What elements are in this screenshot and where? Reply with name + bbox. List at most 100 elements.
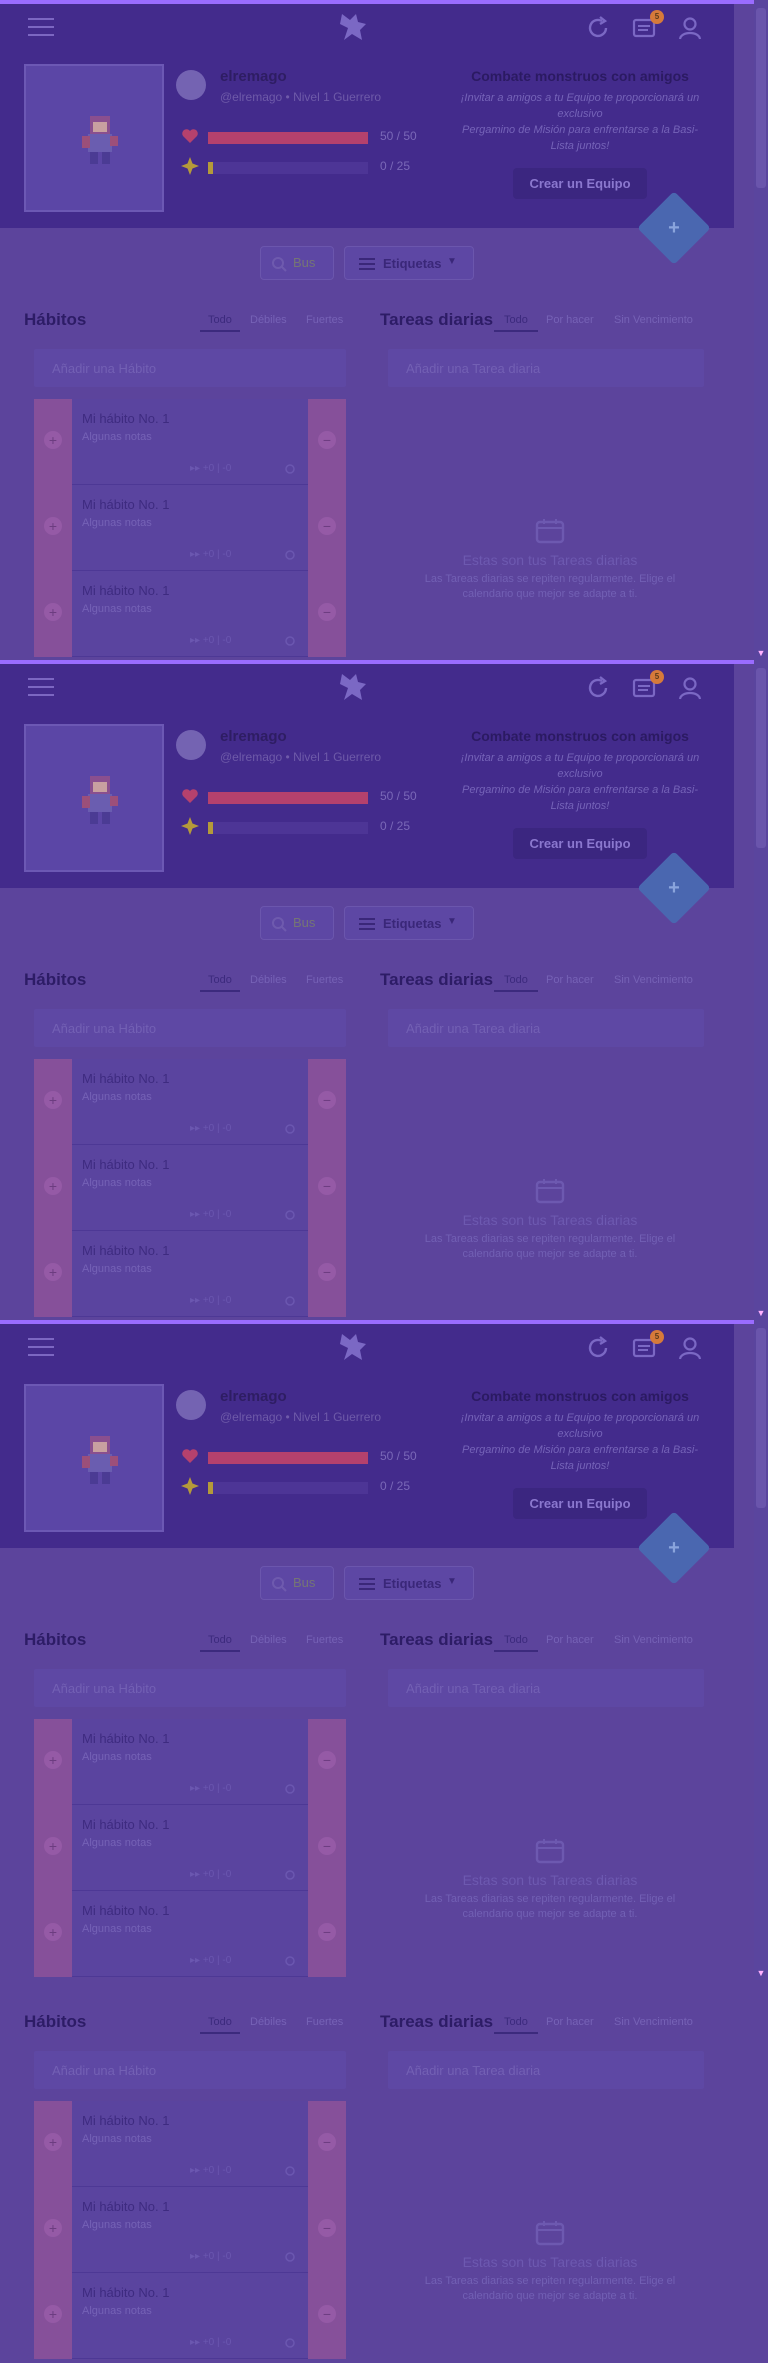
dailies-tab-due[interactable]: Por hacer [546, 1634, 594, 1646]
habit-plus-button[interactable]: + [34, 1145, 72, 1231]
habits-tab-strong[interactable]: Fuertes [306, 1634, 343, 1646]
habit-item[interactable]: + Mi hábito No. 1 Algunas notas ▸▸ +0 | … [34, 485, 346, 571]
tags-filter-button[interactable]: Etiquetas ▼ [344, 1566, 474, 1600]
user-icon[interactable] [676, 14, 704, 42]
dailies-tab-due[interactable]: Por hacer [546, 974, 594, 986]
avatar[interactable] [24, 1384, 164, 1532]
habit-minus-button[interactable]: − [308, 2101, 346, 2187]
dailies-tab-not-due[interactable]: Sin Vencimiento [614, 2016, 693, 2028]
habits-tab-strong[interactable]: Fuertes [306, 974, 343, 986]
add-habit-field[interactable]: Añadir una Hábito [34, 1669, 346, 1707]
habit-item[interactable]: + Mi hábito No. 1 Algunas notas ▸▸ +0 | … [34, 571, 346, 657]
dailies-tab-all[interactable]: Todo [504, 974, 528, 986]
habits-tab-strong[interactable]: Fuertes [306, 2016, 343, 2028]
habit-item[interactable]: + Mi hábito No. 1 Algunas notas ▸▸ +0 | … [34, 1059, 346, 1145]
dailies-tab-due[interactable]: Por hacer [546, 2016, 594, 2028]
habit-minus-button[interactable]: − [308, 1719, 346, 1805]
habits-tab-all[interactable]: Todo [208, 2016, 232, 2028]
create-party-button[interactable]: Crear un Equipo [513, 828, 647, 859]
dailies-tab-all[interactable]: Todo [504, 1634, 528, 1646]
scrollbar[interactable]: ▼ [754, 660, 768, 1320]
habits-tab-weak[interactable]: Débiles [250, 1634, 287, 1646]
habit-plus-button[interactable]: + [34, 1805, 72, 1891]
search-field[interactable] [260, 246, 334, 280]
habit-plus-button[interactable]: + [34, 571, 72, 657]
scroll-down-icon[interactable]: ▼ [756, 648, 766, 658]
search-input[interactable] [293, 255, 331, 270]
habit-plus-button[interactable]: + [34, 485, 72, 571]
habits-tab-weak[interactable]: Débiles [250, 974, 287, 986]
habits-tab-all[interactable]: Todo [208, 314, 232, 326]
add-habit-field[interactable]: Añadir una Hábito [34, 349, 346, 387]
tags-filter-button[interactable]: Etiquetas ▼ [344, 246, 474, 280]
habitica-logo-icon[interactable] [336, 670, 370, 704]
add-daily-field[interactable]: Añadir una Tarea diaria [388, 2051, 704, 2089]
habitica-logo-icon[interactable] [336, 10, 370, 44]
avatar[interactable] [24, 64, 164, 212]
search-input[interactable] [293, 1575, 331, 1590]
dailies-tab-not-due[interactable]: Sin Vencimiento [614, 314, 693, 326]
habit-plus-button[interactable]: + [34, 1891, 72, 1977]
sync-icon[interactable] [584, 14, 612, 42]
habit-item[interactable]: + Mi hábito No. 1 Algunas notas ▸▸ +0 | … [34, 399, 346, 485]
create-party-button[interactable]: Crear un Equipo [513, 1488, 647, 1519]
add-daily-field[interactable]: Añadir una Tarea diaria [388, 1009, 704, 1047]
habit-plus-button[interactable]: + [34, 2101, 72, 2187]
add-habit-field[interactable]: Añadir una Hábito [34, 1009, 346, 1047]
habit-minus-button[interactable]: − [308, 571, 346, 657]
habit-item[interactable]: + Mi hábito No. 1 Algunas notas ▸▸ +0 | … [34, 1891, 346, 1977]
habit-item[interactable]: + Mi hábito No. 1 Algunas notas ▸▸ +0 | … [34, 2273, 346, 2359]
search-field[interactable] [260, 1566, 334, 1600]
habits-tab-strong[interactable]: Fuertes [306, 314, 343, 326]
sync-icon[interactable] [584, 1334, 612, 1362]
dailies-tab-all[interactable]: Todo [504, 2016, 528, 2028]
scrollbar[interactable]: ▼ [754, 0, 768, 660]
habit-minus-button[interactable]: − [308, 1145, 346, 1231]
habit-item[interactable]: + Mi hábito No. 1 Algunas notas ▸▸ +0 | … [34, 1805, 346, 1891]
create-party-button[interactable]: Crear un Equipo [513, 168, 647, 199]
user-icon[interactable] [676, 1334, 704, 1362]
user-icon[interactable] [676, 674, 704, 702]
search-input[interactable] [293, 915, 331, 930]
avatar[interactable] [24, 724, 164, 872]
scroll-down-icon[interactable]: ▼ [756, 1308, 766, 1318]
tags-filter-button[interactable]: Etiquetas ▼ [344, 906, 474, 940]
dailies-tab-not-due[interactable]: Sin Vencimiento [614, 974, 693, 986]
habit-plus-button[interactable]: + [34, 1231, 72, 1317]
menu-icon[interactable] [28, 678, 54, 698]
habit-plus-button[interactable]: + [34, 2187, 72, 2273]
scrollbar[interactable]: ▼ [754, 1320, 768, 1980]
habit-item[interactable]: + Mi hábito No. 1 Algunas notas ▸▸ +0 | … [34, 1145, 346, 1231]
habit-minus-button[interactable]: − [308, 399, 346, 485]
habit-plus-button[interactable]: + [34, 1719, 72, 1805]
habit-minus-button[interactable]: − [308, 2273, 346, 2359]
habits-tab-weak[interactable]: Débiles [250, 2016, 287, 2028]
habit-minus-button[interactable]: − [308, 1891, 346, 1977]
dailies-tab-all[interactable]: Todo [504, 314, 528, 326]
habit-minus-button[interactable]: − [308, 1805, 346, 1891]
add-daily-field[interactable]: Añadir una Tarea diaria [388, 349, 704, 387]
habitica-logo-icon[interactable] [336, 1330, 370, 1364]
menu-icon[interactable] [28, 1338, 54, 1358]
sync-icon[interactable] [584, 674, 612, 702]
habit-item[interactable]: + Mi hábito No. 1 Algunas notas ▸▸ +0 | … [34, 1719, 346, 1805]
habit-minus-button[interactable]: − [308, 2187, 346, 2273]
habit-minus-button[interactable]: − [308, 1231, 346, 1317]
add-daily-field[interactable]: Añadir una Tarea diaria [388, 1669, 704, 1707]
habit-item[interactable]: + Mi hábito No. 1 Algunas notas ▸▸ +0 | … [34, 1231, 346, 1317]
dailies-tab-due[interactable]: Por hacer [546, 314, 594, 326]
habit-plus-button[interactable]: + [34, 399, 72, 485]
habit-item[interactable]: + Mi hábito No. 1 Algunas notas ▸▸ +0 | … [34, 2187, 346, 2273]
habits-tab-all[interactable]: Todo [208, 974, 232, 986]
habit-plus-button[interactable]: + [34, 1059, 72, 1145]
habits-tab-all[interactable]: Todo [208, 1634, 232, 1646]
habit-plus-button[interactable]: + [34, 2273, 72, 2359]
search-field[interactable] [260, 906, 334, 940]
add-habit-field[interactable]: Añadir una Hábito [34, 2051, 346, 2089]
scroll-down-icon[interactable]: ▼ [756, 1968, 766, 1978]
dailies-tab-not-due[interactable]: Sin Vencimiento [614, 1634, 693, 1646]
habits-tab-weak[interactable]: Débiles [250, 314, 287, 326]
menu-icon[interactable] [28, 18, 54, 38]
habit-minus-button[interactable]: − [308, 1059, 346, 1145]
habit-item[interactable]: + Mi hábito No. 1 Algunas notas ▸▸ +0 | … [34, 2101, 346, 2187]
